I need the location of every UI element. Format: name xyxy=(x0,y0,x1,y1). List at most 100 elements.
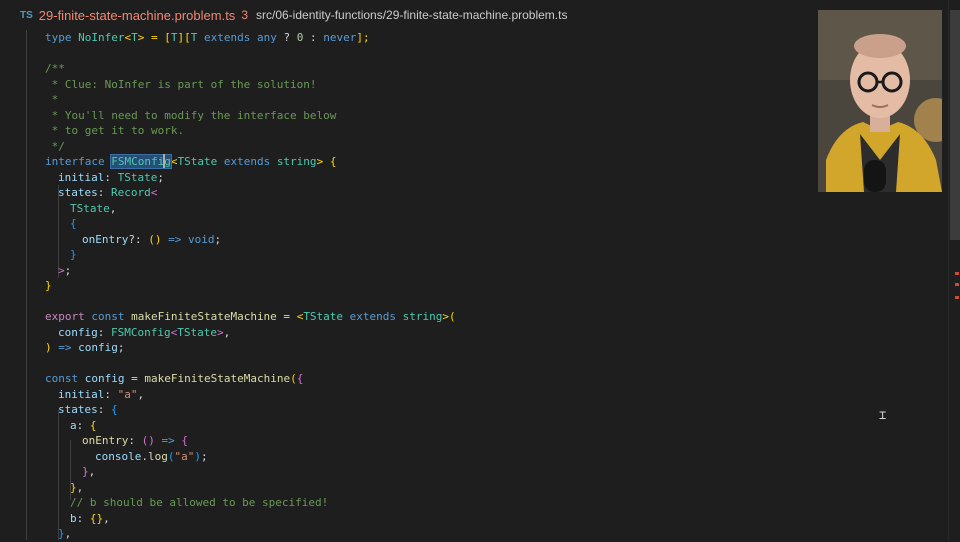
code-token: states xyxy=(58,403,98,416)
code-line-13: { xyxy=(70,217,77,230)
typescript-icon: TS xyxy=(20,9,33,21)
code-token: () xyxy=(141,434,155,447)
code-token: = xyxy=(124,372,145,385)
code-token: "a" xyxy=(174,449,195,463)
code-token: type xyxy=(45,31,79,44)
code-token: const xyxy=(91,310,132,323)
code-token: T xyxy=(131,31,138,44)
tab-file-name[interactable]: 29-finite-state-machine.problem.ts xyxy=(39,8,236,23)
code-line-17: } xyxy=(45,279,52,292)
selected-identifier: FSMConfig xyxy=(110,154,172,169)
code-token: > = xyxy=(137,31,165,44)
code-line-10: initial: TState; xyxy=(58,170,164,186)
code-token: : xyxy=(76,418,90,432)
code-token: export xyxy=(45,310,92,323)
problem-count-badge: 3 xyxy=(241,8,248,22)
code-token: a xyxy=(70,418,77,432)
code-line-4: * Clue: NoInfer is part of the solution! xyxy=(45,77,317,91)
code-line-33: }, xyxy=(58,526,71,542)
code-token: = xyxy=(276,310,297,323)
code-line-31: // b should be allowed to be specified! xyxy=(70,496,329,509)
code-token: TState xyxy=(70,201,110,215)
mouse-ibeam-icon: ⌶ xyxy=(879,408,887,422)
code-line-7: * to get it to work. xyxy=(45,124,185,137)
code-line-12: TState, xyxy=(70,201,116,217)
code-line-11: states: Record< xyxy=(58,185,157,201)
code-token: initial xyxy=(58,170,105,184)
code-token: [ xyxy=(164,31,171,44)
code-token: } xyxy=(82,465,89,478)
code-line-30: }, xyxy=(70,480,83,496)
code-token: string xyxy=(276,155,317,168)
code-line-27: onEntry: () => { xyxy=(82,433,188,449)
code-token: FSMConfig xyxy=(111,325,171,339)
code-token: => xyxy=(51,341,79,354)
code-token: Record xyxy=(111,186,151,199)
code-line-6: * You'll need to modify the interface be… xyxy=(45,108,337,122)
code-token: log xyxy=(147,449,168,463)
code-editor[interactable]: type NoInfer<T> = [T][T extends any ? 0 … xyxy=(0,30,948,540)
presenter-video-icon xyxy=(818,10,942,192)
code-line-24: initial: "a", xyxy=(58,387,144,403)
code-line-14: onEntry?: () => void; xyxy=(82,232,221,248)
scrollbar-thumb[interactable] xyxy=(950,10,960,240)
code-token: { xyxy=(111,403,118,416)
code-token: : xyxy=(97,325,111,339)
code-line-21: ) => config; xyxy=(45,340,125,356)
code-token: ) xyxy=(194,449,201,463)
code-token: extends xyxy=(203,31,257,44)
code-token: makeFiniteStateMachine xyxy=(131,310,277,323)
code-token: string xyxy=(402,310,443,323)
code-token: ; xyxy=(157,170,164,184)
code-line-8: */ xyxy=(45,139,65,153)
code-token: , xyxy=(88,465,96,478)
code-line-28: console.log("a"); xyxy=(95,449,208,465)
code-token: console xyxy=(95,449,142,463)
code-token: ( xyxy=(290,372,297,385)
error-marker xyxy=(955,296,959,299)
code-token: config xyxy=(84,372,125,385)
code-token: ; xyxy=(117,341,125,354)
code-token: initial xyxy=(58,387,105,401)
editor-tab-bar: TS 29-finite-state-machine.problem.ts 3 … xyxy=(0,0,960,30)
code-line-9: interface FSMConfig<TState extends strin… xyxy=(45,154,336,170)
code-token: ) xyxy=(45,341,52,354)
code-token: > xyxy=(58,263,65,277)
code-token: TState xyxy=(117,170,158,184)
code-line-15: } xyxy=(70,248,77,261)
code-token: const xyxy=(45,372,85,385)
code-token: } xyxy=(58,527,65,540)
code-token: => xyxy=(154,434,182,447)
text-cursor xyxy=(163,154,165,168)
code-token: T xyxy=(190,31,204,44)
webcam-overlay xyxy=(818,10,942,192)
code-token: onEntry xyxy=(82,232,129,246)
code-line-25: states: { xyxy=(58,402,118,418)
code-line-32: b: {}, xyxy=(70,511,110,527)
code-token: { xyxy=(181,434,188,447)
code-token: : xyxy=(76,511,90,525)
code-token: TState xyxy=(177,325,217,339)
code-line-16: >; xyxy=(58,263,71,279)
code-token: , xyxy=(109,201,117,215)
code-token: config xyxy=(58,325,98,339)
code-line-29: }, xyxy=(82,464,95,480)
code-line-23: const config = makeFiniteStateMachine({ xyxy=(45,371,303,387)
code-token: : xyxy=(97,403,111,416)
code-token: : xyxy=(303,31,324,44)
code-token: config xyxy=(78,341,118,354)
code-token: { xyxy=(296,372,304,385)
code-line-20: config: FSMConfig<TState>, xyxy=(58,325,230,341)
code-token: ; xyxy=(64,263,72,277)
code-token: { xyxy=(89,418,97,432)
error-marker xyxy=(955,272,959,275)
code-token: any xyxy=(256,31,277,44)
code-line-3: /** xyxy=(45,62,65,75)
code-line-19: export const makeFiniteStateMachine = <T… xyxy=(45,309,456,325)
indent-guide xyxy=(26,30,27,540)
code-token: NoInfer xyxy=(78,31,125,44)
code-token: onEntry xyxy=(82,434,129,447)
code-token: < xyxy=(150,186,158,199)
breadcrumb-path[interactable]: src/06-identity-functions/29-finite-stat… xyxy=(256,8,567,22)
code-token: } xyxy=(70,480,77,494)
